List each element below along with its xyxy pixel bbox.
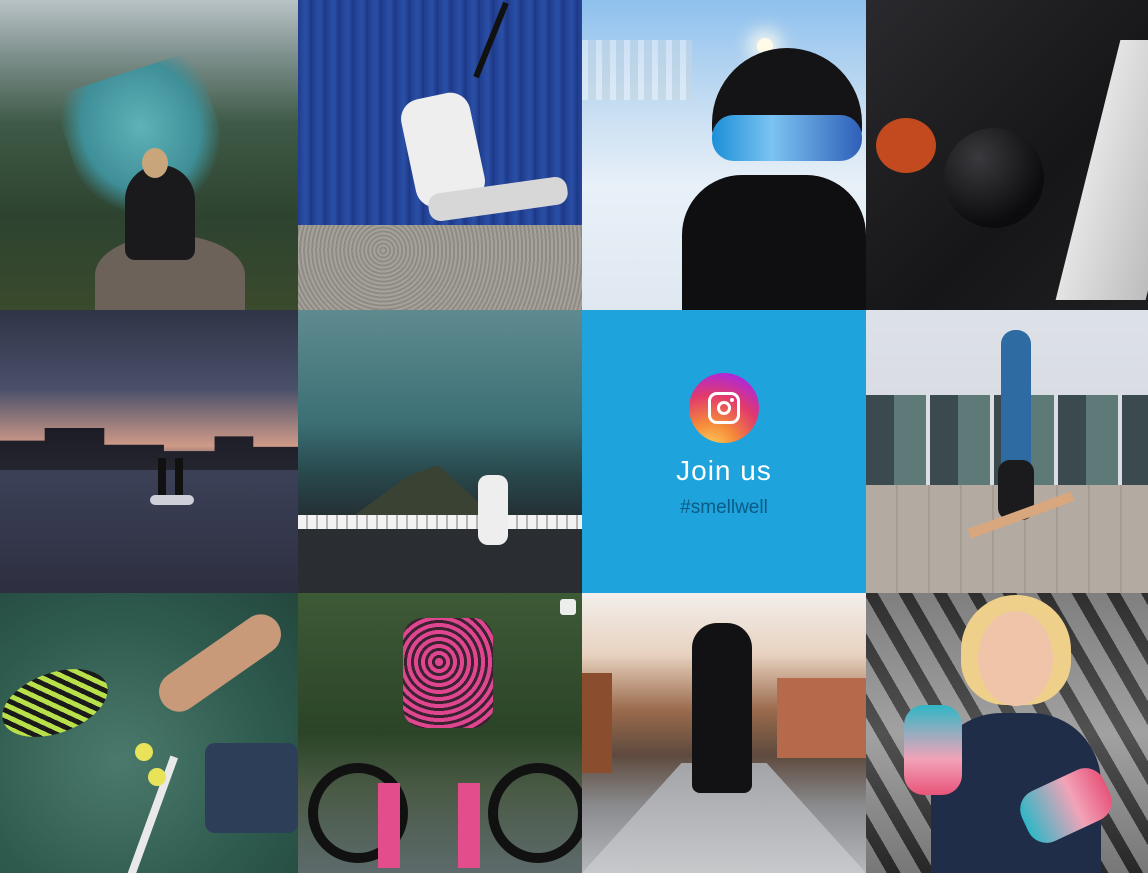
- instagram-join-tile[interactable]: Join us #smellwell: [582, 310, 866, 593]
- photo-snow-helmet[interactable]: [582, 0, 866, 310]
- hair-shape: [876, 118, 936, 173]
- hashtag-label: #smellwell: [680, 496, 768, 518]
- head-shape: [142, 148, 168, 178]
- goggles-shape: [712, 115, 862, 161]
- strap-shape: [473, 1, 509, 79]
- person-shape: [158, 458, 166, 496]
- sock-shape: [458, 783, 480, 868]
- shorts-shape: [205, 743, 298, 833]
- person-shape: [125, 165, 195, 260]
- person-shape: [175, 458, 183, 496]
- ball-shape: [135, 743, 153, 761]
- road-shape: [298, 525, 582, 593]
- rider-shape: [478, 475, 508, 545]
- board-shape: [150, 495, 194, 505]
- instagram-glyph: [708, 391, 740, 424]
- photo-mountain-lake[interactable]: [0, 0, 298, 310]
- rail-shape: [298, 515, 582, 529]
- shoe-shape: [904, 705, 962, 795]
- photo-handstand[interactable]: [866, 310, 1148, 593]
- photo-runner-sunset[interactable]: [582, 593, 866, 873]
- ball-shape: [944, 128, 1044, 228]
- photo-road-cyclist[interactable]: [298, 593, 582, 873]
- multi-photo-icon: [560, 599, 576, 615]
- photo-grid: Join us #smellwell: [0, 0, 1148, 873]
- photo-trx-workout[interactable]: [298, 0, 582, 310]
- arm-shape: [151, 606, 289, 720]
- photo-padel-tennis[interactable]: [0, 593, 298, 873]
- skyline-shape: [0, 428, 298, 470]
- photo-medicine-ball[interactable]: [866, 0, 1148, 310]
- ground-shape: [298, 225, 582, 310]
- ball-shape: [148, 768, 166, 786]
- mountain-shape: [348, 465, 498, 520]
- building-shape: [582, 673, 612, 773]
- building-shape: [777, 678, 866, 758]
- runner-shape: [692, 623, 752, 793]
- photo-woman-with-shoes[interactable]: [866, 593, 1148, 873]
- jersey-shape: [403, 618, 493, 728]
- jacket-shape: [682, 175, 866, 310]
- wall-shape: [1055, 40, 1148, 300]
- racket-shape: [0, 655, 117, 751]
- photo-longboard-road[interactable]: [298, 310, 582, 593]
- sock-shape: [378, 783, 400, 868]
- face-shape: [978, 611, 1053, 706]
- trees-shape: [582, 40, 692, 100]
- join-us-label[interactable]: Join us: [676, 455, 772, 487]
- instagram-icon[interactable]: [689, 372, 759, 443]
- wheel-shape: [488, 763, 582, 863]
- photo-paddleboard-dusk[interactable]: [0, 310, 298, 593]
